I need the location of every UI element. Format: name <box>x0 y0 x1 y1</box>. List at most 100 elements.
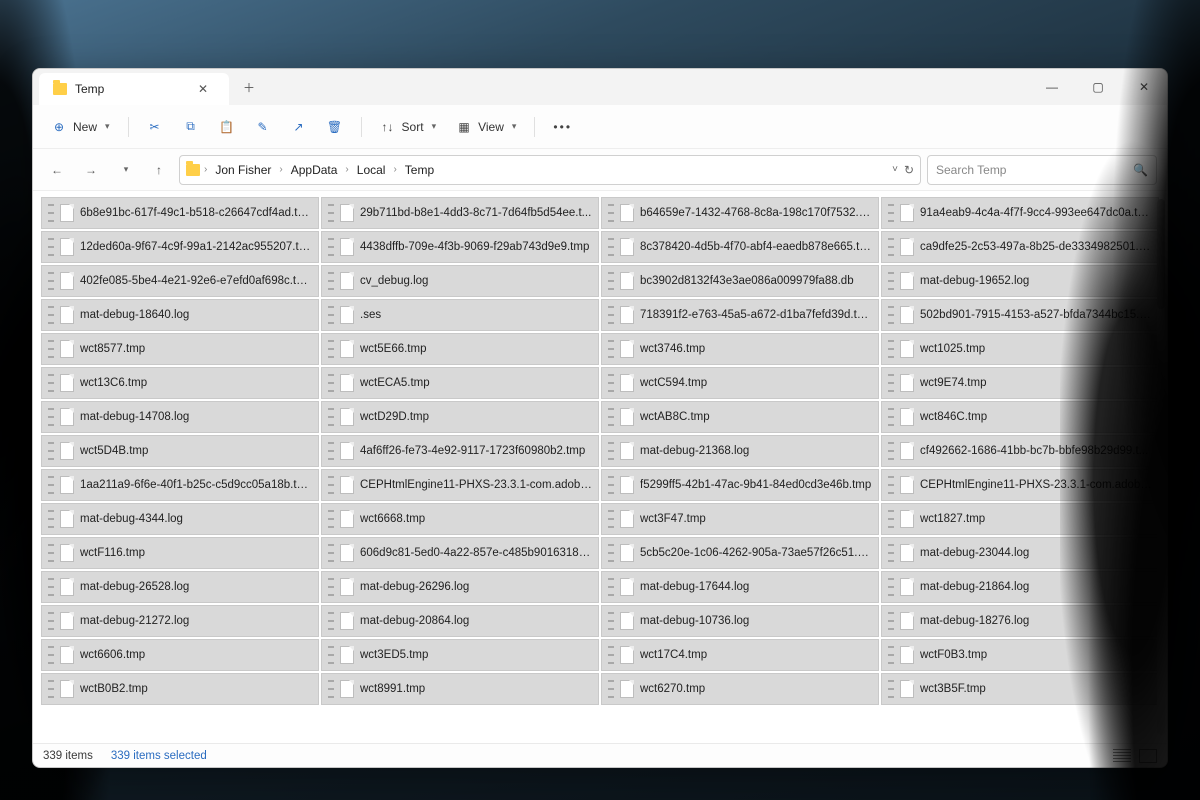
rename-button[interactable]: ✎ <box>247 112 279 142</box>
search-input[interactable] <box>936 163 1133 177</box>
file-item[interactable]: mat-debug-10736.log <box>601 605 879 637</box>
recent-button[interactable]: ▾ <box>111 156 139 184</box>
maximize-button[interactable]: ▢ <box>1075 69 1121 105</box>
refresh-button[interactable]: ↻ <box>904 163 914 177</box>
file-item[interactable]: wctAB8C.tmp <box>601 401 879 433</box>
file-item[interactable]: cf492662-1686-41bb-bc7b-bbfe98b29d99.t..… <box>881 435 1159 467</box>
breadcrumb-item[interactable]: Local <box>353 161 390 179</box>
file-item[interactable]: mat-debug-18640.log <box>41 299 319 331</box>
breadcrumb-item[interactable]: AppData <box>287 161 342 179</box>
delete-button[interactable]: 🗑 <box>319 112 351 142</box>
file-item[interactable]: wct6270.tmp <box>601 673 879 705</box>
file-item[interactable]: .ses <box>321 299 599 331</box>
details-view-button[interactable] <box>1113 749 1131 763</box>
file-item[interactable]: 718391f2-e763-45a5-a672-d1ba7fefd39d.tmp <box>601 299 879 331</box>
file-name: mat-debug-21272.log <box>80 615 312 627</box>
file-item[interactable]: mat-debug-4344.log <box>41 503 319 535</box>
file-item[interactable]: mat-debug-19652.log <box>881 265 1159 297</box>
tab-active[interactable]: Temp ✕ <box>39 73 229 105</box>
file-item[interactable]: wctB0B2.tmp <box>41 673 319 705</box>
file-item[interactable]: wct5E66.tmp <box>321 333 599 365</box>
search-box[interactable]: 🔍 <box>927 155 1157 185</box>
file-item[interactable]: 6b8e91bc-617f-49c1-b518-c26647cdf4ad.tmp <box>41 197 319 229</box>
file-item[interactable]: f5299ff5-42b1-47ac-9b41-84ed0cd3e46b.tmp <box>601 469 879 501</box>
scroll-thumb[interactable] <box>1157 199 1165 309</box>
file-item[interactable]: cv_debug.log <box>321 265 599 297</box>
file-item[interactable]: 29b711bd-b8e1-4dd3-8c71-7d64fb5d54ee.t..… <box>321 197 599 229</box>
new-tab-button[interactable]: ＋ <box>229 69 269 105</box>
close-window-button[interactable]: ✕ <box>1121 69 1167 105</box>
tiles-view-button[interactable] <box>1139 749 1157 763</box>
file-item[interactable]: 1aa211a9-6f6e-40f1-b25c-c5d9cc05a18b.tmp <box>41 469 319 501</box>
view-button[interactable]: ▦ View ▾ <box>448 112 524 142</box>
file-item[interactable]: 4af6ff26-fe73-4e92-9117-1723f60980b2.tmp <box>321 435 599 467</box>
file-item[interactable]: wct3B5F.tmp <box>881 673 1159 705</box>
file-item[interactable]: wct8577.tmp <box>41 333 319 365</box>
file-item[interactable]: mat-debug-26296.log <box>321 571 599 603</box>
chevron-down-icon[interactable]: ˅ <box>892 164 898 175</box>
share-button[interactable]: ↗ <box>283 112 315 142</box>
file-item[interactable]: 4438dffb-709e-4f3b-9069-f29ab743d9e9.tmp <box>321 231 599 263</box>
file-item[interactable]: wct9E74.tmp <box>881 367 1159 399</box>
file-area[interactable]: 6b8e91bc-617f-49c1-b518-c26647cdf4ad.tmp… <box>33 191 1167 743</box>
copy-button[interactable]: ⧉ <box>175 112 207 142</box>
file-item[interactable]: wct1827.tmp <box>881 503 1159 535</box>
toolbar: ⊕ New ▾ ✂ ⧉ 📋 ✎ ↗ 🗑 ↑↓ Sort ▾ ▦ View ▾ •… <box>33 105 1167 149</box>
back-button[interactable]: ← <box>43 156 71 184</box>
file-item[interactable]: wct13C6.tmp <box>41 367 319 399</box>
file-item[interactable]: mat-debug-23044.log <box>881 537 1159 569</box>
new-button[interactable]: ⊕ New ▾ <box>43 112 118 142</box>
file-item[interactable]: 91a4eab9-4c4a-4f7f-9cc4-993ee647dc0a.tmp <box>881 197 1159 229</box>
file-item[interactable]: wct6668.tmp <box>321 503 599 535</box>
more-button[interactable]: ••• <box>545 112 580 142</box>
file-item[interactable]: mat-debug-18276.log <box>881 605 1159 637</box>
up-button[interactable]: ↑ <box>145 156 173 184</box>
file-item[interactable]: wctC594.tmp <box>601 367 879 399</box>
file-item[interactable]: mat-debug-21368.log <box>601 435 879 467</box>
file-item[interactable]: 12ded60a-9f67-4c9f-99a1-2142ac955207.tmp <box>41 231 319 263</box>
file-item[interactable]: 502bd901-7915-4153-a527-bfda7344bc15.t..… <box>881 299 1159 331</box>
file-item[interactable]: wct3746.tmp <box>601 333 879 365</box>
cut-button[interactable]: ✂ <box>139 112 171 142</box>
file-item[interactable]: 8c378420-4d5b-4f70-abf4-eaedb878e665.tmp <box>601 231 879 263</box>
file-item[interactable]: wct5D4B.tmp <box>41 435 319 467</box>
file-item[interactable]: mat-debug-26528.log <box>41 571 319 603</box>
file-item[interactable]: wctF116.tmp <box>41 537 319 569</box>
file-item[interactable]: wctECA5.tmp <box>321 367 599 399</box>
file-item[interactable]: wct1025.tmp <box>881 333 1159 365</box>
file-item[interactable]: wct846C.tmp <box>881 401 1159 433</box>
file-item[interactable]: mat-debug-21272.log <box>41 605 319 637</box>
scrollbar[interactable] <box>1157 199 1165 735</box>
file-item[interactable]: 402fe085-5be4-4e21-92e6-e7efd0af698c.tmp <box>41 265 319 297</box>
file-item[interactable]: b64659e7-1432-4768-8c8a-198c170f7532.tmp <box>601 197 879 229</box>
file-item[interactable]: mat-debug-14708.log <box>41 401 319 433</box>
file-item[interactable]: wct3ED5.tmp <box>321 639 599 671</box>
breadcrumb-item[interactable]: Jon Fisher <box>211 161 275 179</box>
minimize-button[interactable]: — <box>1029 69 1075 105</box>
close-tab-button[interactable]: ✕ <box>191 77 215 101</box>
file-item[interactable]: mat-debug-17644.log <box>601 571 879 603</box>
file-item[interactable]: CEPHtmlEngine11-PHXS-23.3.1-com.adobe... <box>881 469 1159 501</box>
file-icon <box>620 204 634 222</box>
forward-button[interactable]: → <box>77 156 105 184</box>
file-item[interactable]: 5cb5c20e-1c06-4262-905a-73ae57f26c51.tmp <box>601 537 879 569</box>
file-item[interactable]: wct8991.tmp <box>321 673 599 705</box>
file-item[interactable]: mat-debug-21864.log <box>881 571 1159 603</box>
address-bar[interactable]: › Jon Fisher › AppData › Local › Temp ˅ … <box>179 155 921 185</box>
file-item[interactable]: ca9dfe25-2c53-497a-8b25-de3334982501.tmp <box>881 231 1159 263</box>
file-item[interactable]: wctD29D.tmp <box>321 401 599 433</box>
file-item[interactable]: wctF0B3.tmp <box>881 639 1159 671</box>
file-item[interactable]: wct3F47.tmp <box>601 503 879 535</box>
file-item[interactable]: wct6606.tmp <box>41 639 319 671</box>
file-item[interactable]: bc3902d8132f43e3ae086a009979fa88.db <box>601 265 879 297</box>
file-icon <box>900 510 914 528</box>
file-item[interactable]: CEPHtmlEngine11-PHXS-23.3.1-com.adobe... <box>321 469 599 501</box>
paste-button[interactable]: 📋 <box>211 112 243 142</box>
file-item[interactable]: 606d9c81-5ed0-4a22-857e-c485b9016318.t..… <box>321 537 599 569</box>
file-item[interactable]: wct17C4.tmp <box>601 639 879 671</box>
file-name: wct6606.tmp <box>80 649 312 661</box>
drag-handle-icon <box>888 680 894 698</box>
breadcrumb-item[interactable]: Temp <box>401 161 438 179</box>
file-item[interactable]: mat-debug-20864.log <box>321 605 599 637</box>
sort-button[interactable]: ↑↓ Sort ▾ <box>372 112 445 142</box>
